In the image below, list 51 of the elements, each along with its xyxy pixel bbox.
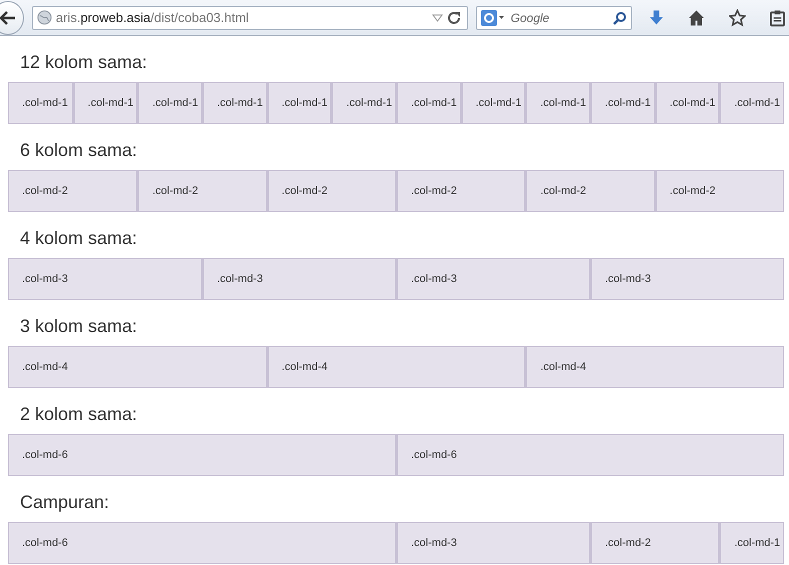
grid-column: .col-md-2 <box>8 170 138 212</box>
grid-column: .col-md-2 <box>396 170 526 212</box>
grid-column: .col-md-1 <box>654 82 720 124</box>
grid-column: .col-md-3 <box>396 258 590 300</box>
grid-column: .col-md-3 <box>590 258 784 300</box>
grid-column: .col-md-1 <box>202 82 267 124</box>
grid-column: .col-md-2 <box>654 170 784 212</box>
section-heading: 3 kolom sama: <box>20 315 138 338</box>
grid-column: .col-md-4 <box>8 346 267 388</box>
home-icon[interactable] <box>688 8 706 26</box>
grid-column: .col-md-4 <box>525 346 784 388</box>
search-engine-icon <box>480 10 505 26</box>
reload-icon[interactable] <box>446 10 461 24</box>
grid-column: .col-md-6 <box>396 434 784 476</box>
grid-column: .col-md-1 <box>719 522 784 564</box>
back-button[interactable] <box>0 0 24 34</box>
grid-column: .col-md-1 <box>396 82 461 124</box>
grid-column: .col-md-3 <box>8 258 202 300</box>
grid-column: .col-md-3 <box>202 258 396 300</box>
grid-column: .col-md-6 <box>8 522 396 564</box>
grid-column: .col-md-1 <box>266 82 332 124</box>
grid-column: .col-md-2 <box>590 522 720 564</box>
section-heading: Campuran: <box>20 491 110 514</box>
grid-column: .col-md-6 <box>8 434 396 476</box>
download-icon[interactable] <box>648 8 664 26</box>
grid-column: .col-md-1 <box>72 82 138 124</box>
star-icon[interactable] <box>729 8 746 26</box>
section-heading: 4 kolom sama: <box>20 227 138 250</box>
grid-column: .col-md-1 <box>8 82 73 124</box>
dropdown-icon[interactable] <box>432 14 443 22</box>
grid-column: .col-md-1 <box>460 82 526 124</box>
grid-column: .col-md-1 <box>331 82 396 124</box>
url-text: aris.proweb.asia/dist/coba03.html <box>56 8 249 27</box>
section-heading: 6 kolom sama: <box>20 139 138 162</box>
clipboard-icon[interactable] <box>770 8 785 26</box>
search-icon[interactable] <box>612 10 627 24</box>
grid-column: .col-md-1 <box>590 82 655 124</box>
grid-column: .col-md-1 <box>525 82 590 124</box>
grid-column: .col-md-2 <box>266 170 396 212</box>
section-heading: 12 kolom sama: <box>20 51 148 74</box>
grid-column: .col-md-2 <box>525 170 655 212</box>
grid-column: .col-md-1 <box>719 82 784 124</box>
section-heading: 2 kolom sama: <box>20 403 138 426</box>
grid-column: .col-md-4 <box>266 346 526 388</box>
grid-column: .col-md-2 <box>137 170 267 212</box>
url-field[interactable]: aris.proweb.asia/dist/coba03.html <box>32 6 468 30</box>
search-field[interactable]: Google <box>476 6 632 30</box>
globe-icon <box>36 10 52 25</box>
grid-column: .col-md-3 <box>396 522 590 564</box>
grid-column: .col-md-1 <box>137 82 202 124</box>
back-arrow-icon <box>0 10 16 24</box>
